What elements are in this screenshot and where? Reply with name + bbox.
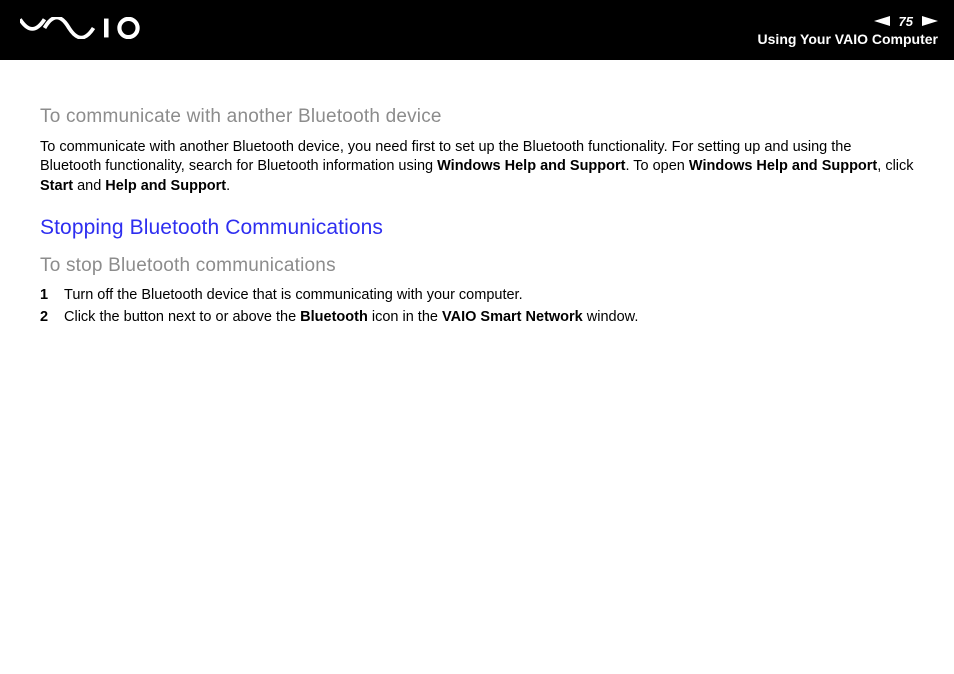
step-row: 2 Click the button next to or above the … — [40, 308, 914, 328]
page-content: To communicate with another Bluetooth de… — [0, 60, 954, 327]
bold-bluetooth: Bluetooth — [300, 309, 368, 325]
section-heading-stopping: Stopping Bluetooth Communications — [40, 214, 914, 242]
text: window. — [583, 309, 639, 325]
bold-vaio-smart-network: VAIO Smart Network — [442, 309, 583, 325]
next-page-arrow-icon[interactable] — [922, 15, 938, 27]
section-label: Using Your VAIO Computer — [758, 31, 938, 47]
bold-help-and-support: Help and Support — [105, 178, 226, 194]
text: , click — [877, 158, 913, 174]
step-text: Click the button next to or above the Bl… — [64, 308, 638, 328]
vaio-logo — [20, 17, 160, 43]
paragraph-communicate: To communicate with another Bluetooth de… — [40, 138, 914, 197]
step-number: 2 — [40, 308, 64, 328]
step-number: 1 — [40, 286, 64, 306]
step-text: Turn off the Bluetooth device that is co… — [64, 286, 523, 306]
prev-page-arrow-icon[interactable] — [874, 15, 890, 27]
text: . — [226, 178, 230, 194]
page-header: 75 Using Your VAIO Computer — [0, 0, 954, 60]
subheading-communicate: To communicate with another Bluetooth de… — [40, 104, 914, 130]
text: Click the button next to or above the — [64, 309, 300, 325]
text: icon in the — [368, 309, 442, 325]
page-number: 75 — [896, 14, 916, 29]
subheading-stop: To stop Bluetooth communications — [40, 253, 914, 279]
text: and — [73, 178, 105, 194]
bold-start: Start — [40, 178, 73, 194]
page-navigator: 75 — [874, 14, 938, 29]
text: . To open — [625, 158, 688, 174]
header-right: 75 Using Your VAIO Computer — [758, 14, 938, 47]
step-row: 1 Turn off the Bluetooth device that is … — [40, 286, 914, 306]
bold-windows-help-support: Windows Help and Support — [437, 158, 625, 174]
bold-windows-help-support: Windows Help and Support — [689, 158, 877, 174]
